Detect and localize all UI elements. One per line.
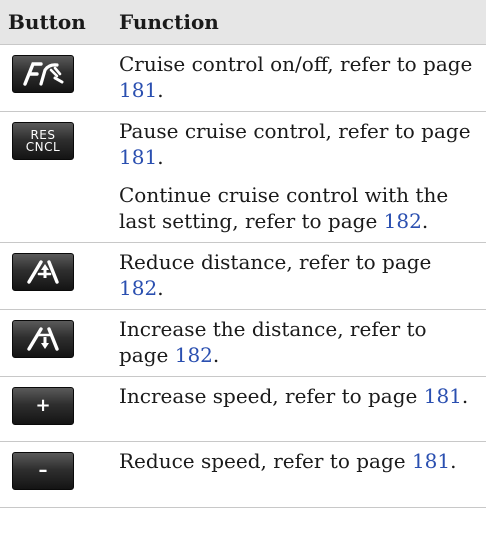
minus-icon: – [38, 460, 48, 481]
function-text: Pause cruise control, refer to page 181. [119, 119, 471, 169]
increase-distance-icon [27, 327, 59, 351]
table-row: Reduce distance, refer to page 182. [0, 242, 486, 310]
button-function-table: Button Function Cruise control on/off, r… [0, 0, 486, 508]
table-header-row: Button Function [0, 0, 486, 45]
table-row: + Increase speed, refer to page 181. [0, 376, 486, 442]
function-text: Increase the distance, refer to page 182… [119, 317, 427, 367]
function-text: Reduce speed, refer to page 181. [119, 449, 457, 473]
table-row: RES CNCL Pause cruise control, refer to … [0, 111, 486, 243]
header-button: Button [0, 0, 111, 45]
res-cncl-button[interactable]: RES CNCL [12, 122, 74, 160]
page-link[interactable]: 182 [384, 209, 422, 233]
function-text: Continue cruise control with the last se… [119, 183, 449, 233]
increase-distance-button[interactable] [12, 320, 74, 358]
page-link[interactable]: 181 [119, 78, 157, 102]
function-text: Reduce distance, refer to page 182. [119, 250, 432, 300]
plus-icon: + [35, 395, 51, 416]
reduce-distance-button[interactable] [12, 253, 74, 291]
table-row: – Reduce speed, refer to page 181. [0, 441, 486, 508]
page-link[interactable]: 182 [119, 276, 157, 300]
cruise-control-icon [23, 62, 64, 86]
reduce-distance-icon [27, 260, 59, 284]
table-row: Cruise control on/off, refer to page 181… [0, 44, 486, 112]
page-link[interactable]: 181 [119, 145, 157, 169]
minus-button[interactable]: – [12, 452, 74, 490]
plus-button[interactable]: + [12, 387, 74, 425]
function-text: Cruise control on/off, refer to page 181… [119, 52, 473, 102]
table-row: Increase the distance, refer to page 182… [0, 309, 486, 377]
cruise-control-button[interactable] [12, 55, 74, 93]
page-link[interactable]: 181 [424, 384, 462, 408]
page-link[interactable]: 182 [175, 343, 213, 367]
function-text: Increase speed, refer to page 181. [119, 384, 469, 408]
cncl-label: CNCL [25, 140, 61, 154]
page-link[interactable]: 181 [412, 449, 450, 473]
header-function: Function [111, 0, 486, 45]
